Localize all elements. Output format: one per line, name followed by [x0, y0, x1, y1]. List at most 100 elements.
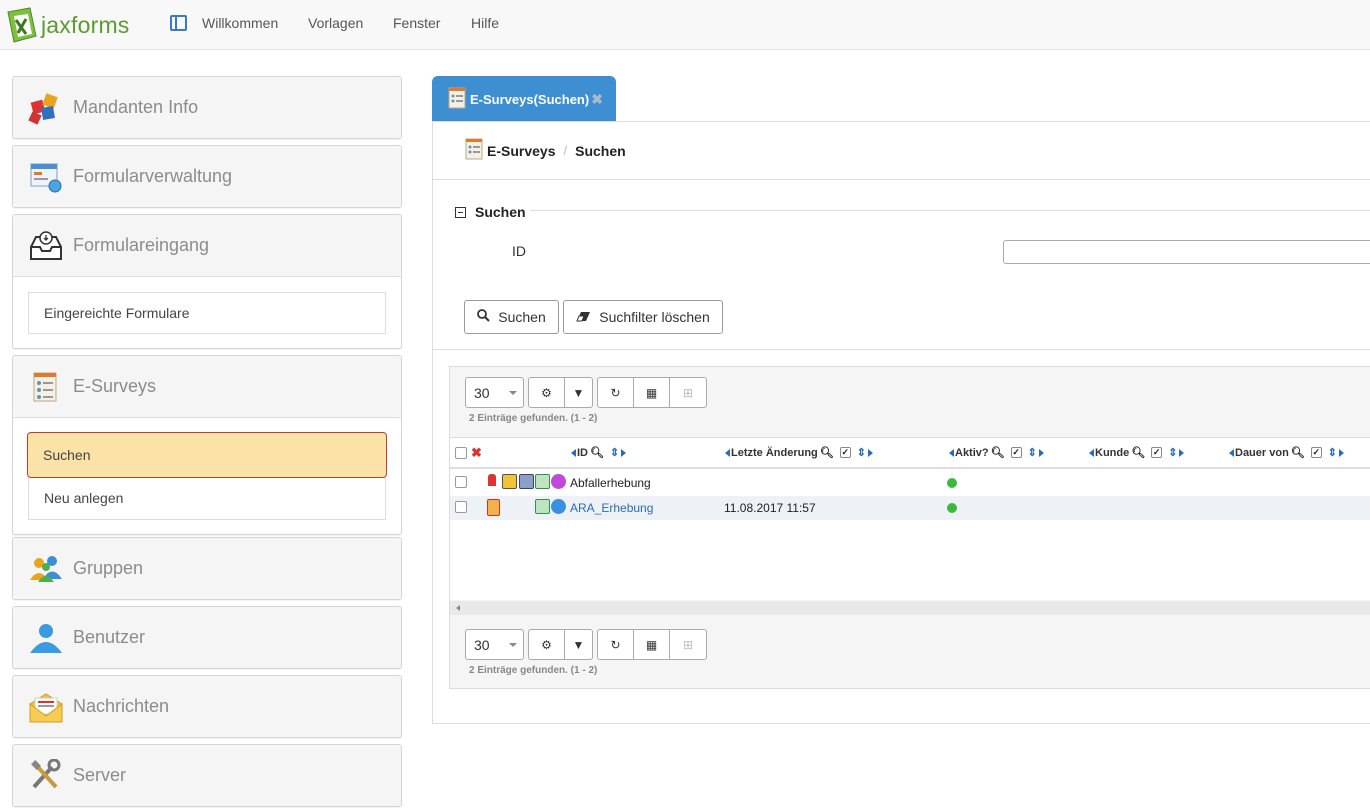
- column-search-icon[interactable]: 🔍︎: [1291, 446, 1305, 459]
- table-view-button[interactable]: ▦: [634, 630, 670, 659]
- view-group: ↻ ▦ ⊞: [597, 377, 707, 408]
- id-input[interactable]: [1003, 240, 1370, 264]
- sort-icon[interactable]: ⇕: [610, 447, 619, 458]
- column-search-icon[interactable]: 🔍︎: [991, 446, 1005, 459]
- mail-icon: [27, 689, 65, 725]
- tools-icon: [27, 758, 65, 794]
- settings-button[interactable]: ⚙: [529, 630, 565, 659]
- breadcrumb-esurveys[interactable]: E-Surveys: [487, 143, 555, 159]
- scroll-left-icon[interactable]: [456, 605, 460, 611]
- tab-esurveys-suchen[interactable]: E-Surveys(Suchen) ✖: [432, 76, 616, 122]
- sidebar-panel-server[interactable]: Server: [12, 744, 402, 807]
- database-icon[interactable]: [519, 474, 534, 489]
- settings-group: ⚙ ▼: [528, 377, 593, 408]
- sidebar-item-suchen[interactable]: Suchen: [27, 432, 387, 478]
- row-id[interactable]: Abfallerhebung: [570, 476, 651, 490]
- column-header-dauer-von[interactable]: Dauer von 🔍︎ ✓ ⇕: [1229, 446, 1344, 459]
- column-label-letzte-aenderung: Letzte Änderung: [731, 446, 818, 459]
- tile-view-button[interactable]: ⊞: [670, 630, 706, 659]
- column-label-id: ID: [577, 446, 588, 459]
- sort-icon[interactable]: ⇕: [1168, 447, 1177, 458]
- nav-fenster[interactable]: Fenster: [393, 15, 440, 31]
- inbox-icon: [27, 228, 65, 264]
- nav-vorlagen[interactable]: Vorlagen: [308, 15, 363, 31]
- sort-icon[interactable]: ⇕: [1328, 447, 1337, 458]
- app-logo[interactable]: jaxforms: [6, 5, 130, 45]
- column-header-kunde[interactable]: Kunde 🔍︎ ✓ ⇕: [1089, 446, 1185, 459]
- tiles-icon: ⊞: [682, 385, 694, 400]
- nav-willkommen[interactable]: Willkommen: [202, 15, 278, 31]
- sidebar-panel-gruppen[interactable]: Gruppen: [12, 537, 402, 600]
- chevron-down-icon: [509, 391, 517, 395]
- tile-view-button[interactable]: ⊞: [670, 378, 706, 407]
- column-header-id[interactable]: ID 🔍︎ ⇕: [571, 446, 627, 459]
- pin-orange-icon[interactable]: [487, 499, 500, 516]
- table-icon: ▦: [645, 385, 658, 400]
- caret-down-icon: ▼: [572, 385, 585, 400]
- pin-red-icon[interactable]: [488, 474, 496, 486]
- copy-icon[interactable]: [535, 499, 550, 514]
- results-grid: 30 ⚙ ▼ ↻ ▦ ⊞ 2 Einträge gefunden. (1 - 2…: [449, 366, 1370, 689]
- results-table: ✖ ID 🔍︎ ⇕ Letzte Änderung 🔍︎ ✓ ⇕ Aktiv? …: [450, 437, 1370, 615]
- sidebar-title-esurveys: E-Surveys: [73, 376, 157, 396]
- fieldset-legend[interactable]: Suchen: [455, 204, 530, 220]
- column-header-letzte-aenderung[interactable]: Letzte Änderung 🔍︎ ✓ ⇕: [725, 446, 873, 459]
- eraser-icon: [576, 310, 591, 325]
- main-content: E-Surveys / Suchen Suchen ID Suchen Such…: [432, 121, 1370, 724]
- sidebar-panel-nachrichten[interactable]: Nachrichten: [12, 675, 402, 738]
- table-view-button[interactable]: ▦: [634, 378, 670, 407]
- fieldset-divider: [453, 210, 1370, 211]
- sidebar-title-formulareingang: Formulareingang: [73, 235, 210, 255]
- survey-tab-icon: [448, 87, 466, 112]
- copy-icon[interactable]: [535, 474, 550, 489]
- survey-breadcrumb-icon: [465, 138, 483, 163]
- table-header: ✖ ID 🔍︎ ⇕ Letzte Änderung 🔍︎ ✓ ⇕ Aktiv? …: [450, 438, 1370, 469]
- column-header-aktiv[interactable]: Aktiv? 🔍︎ ✓ ⇕: [949, 446, 1044, 459]
- sort-icon[interactable]: ⇕: [1028, 447, 1037, 458]
- refresh-button[interactable]: ↻: [598, 378, 634, 407]
- sidebar-panel-esurveys[interactable]: E-Surveys Suchen Neu anlegen: [12, 355, 402, 535]
- breadcrumb-suchen: Suchen: [575, 142, 626, 159]
- sidebar-toggle-icon[interactable]: [170, 15, 187, 31]
- delete-icon[interactable]: ✖: [471, 445, 482, 461]
- sidebar-panel-mandanten[interactable]: Mandanten Info: [12, 76, 402, 139]
- sidebar-title-nachrichten: Nachrichten: [73, 696, 170, 716]
- column-visible-checkbox[interactable]: ✓: [839, 447, 851, 458]
- user-icon: [27, 620, 65, 656]
- sidebar-item-eingereichte-formulare[interactable]: Eingereichte Formulare: [28, 292, 386, 334]
- page-size-select-bottom[interactable]: 30: [465, 629, 524, 660]
- sidebar-panel-formulareingang[interactable]: Formulareingang Eingereichte Formulare: [12, 214, 402, 349]
- column-visible-checkbox[interactable]: ✓: [1310, 447, 1322, 458]
- collapse-icon[interactable]: [455, 206, 466, 218]
- refresh-button[interactable]: ↻: [598, 630, 634, 659]
- row-id-link[interactable]: ARA_Erhebung: [570, 501, 653, 515]
- sidebar-item-neu-anlegen[interactable]: Neu anlegen: [28, 478, 386, 520]
- nav-hilfe[interactable]: Hilfe: [471, 15, 499, 31]
- tab-label: E-Surveys(Suchen): [470, 91, 590, 107]
- clear-filter-button[interactable]: Suchfilter löschen: [563, 300, 723, 334]
- tiles-icon: ⊞: [682, 637, 694, 652]
- lock-icon[interactable]: [502, 474, 517, 489]
- tab-close-icon[interactable]: ✖: [591, 91, 603, 108]
- horizontal-scrollbar[interactable]: [450, 601, 1370, 615]
- search-legend-title: Suchen: [475, 204, 526, 220]
- table-row[interactable]: Abfallerhebung: [450, 471, 1370, 495]
- column-search-icon[interactable]: 🔍︎: [820, 446, 834, 459]
- column-search-icon[interactable]: 🔍︎: [1131, 446, 1145, 459]
- column-visible-checkbox[interactable]: ✓: [1010, 447, 1022, 458]
- table-row[interactable]: ARA_Erhebung 11.08.2017 11:57: [450, 496, 1370, 520]
- page-size-select[interactable]: 30: [465, 377, 524, 408]
- column-search-icon[interactable]: 🔍︎: [590, 446, 604, 459]
- sidebar-panel-formularverwaltung[interactable]: Formularverwaltung: [12, 145, 402, 208]
- breadcrumb: E-Surveys / Suchen: [433, 122, 1370, 180]
- search-button[interactable]: Suchen: [464, 300, 559, 334]
- column-visible-checkbox[interactable]: ✓: [1151, 447, 1163, 458]
- settings-dropdown-button[interactable]: ▼: [565, 378, 592, 407]
- settings-dropdown-button[interactable]: ▼: [565, 630, 592, 659]
- row-checkbox[interactable]: [455, 476, 467, 488]
- settings-button[interactable]: ⚙: [529, 378, 565, 407]
- select-all-checkbox[interactable]: [455, 447, 467, 459]
- sidebar-panel-benutzer[interactable]: Benutzer: [12, 606, 402, 669]
- sort-icon[interactable]: ⇕: [857, 447, 866, 458]
- row-checkbox[interactable]: [455, 501, 467, 513]
